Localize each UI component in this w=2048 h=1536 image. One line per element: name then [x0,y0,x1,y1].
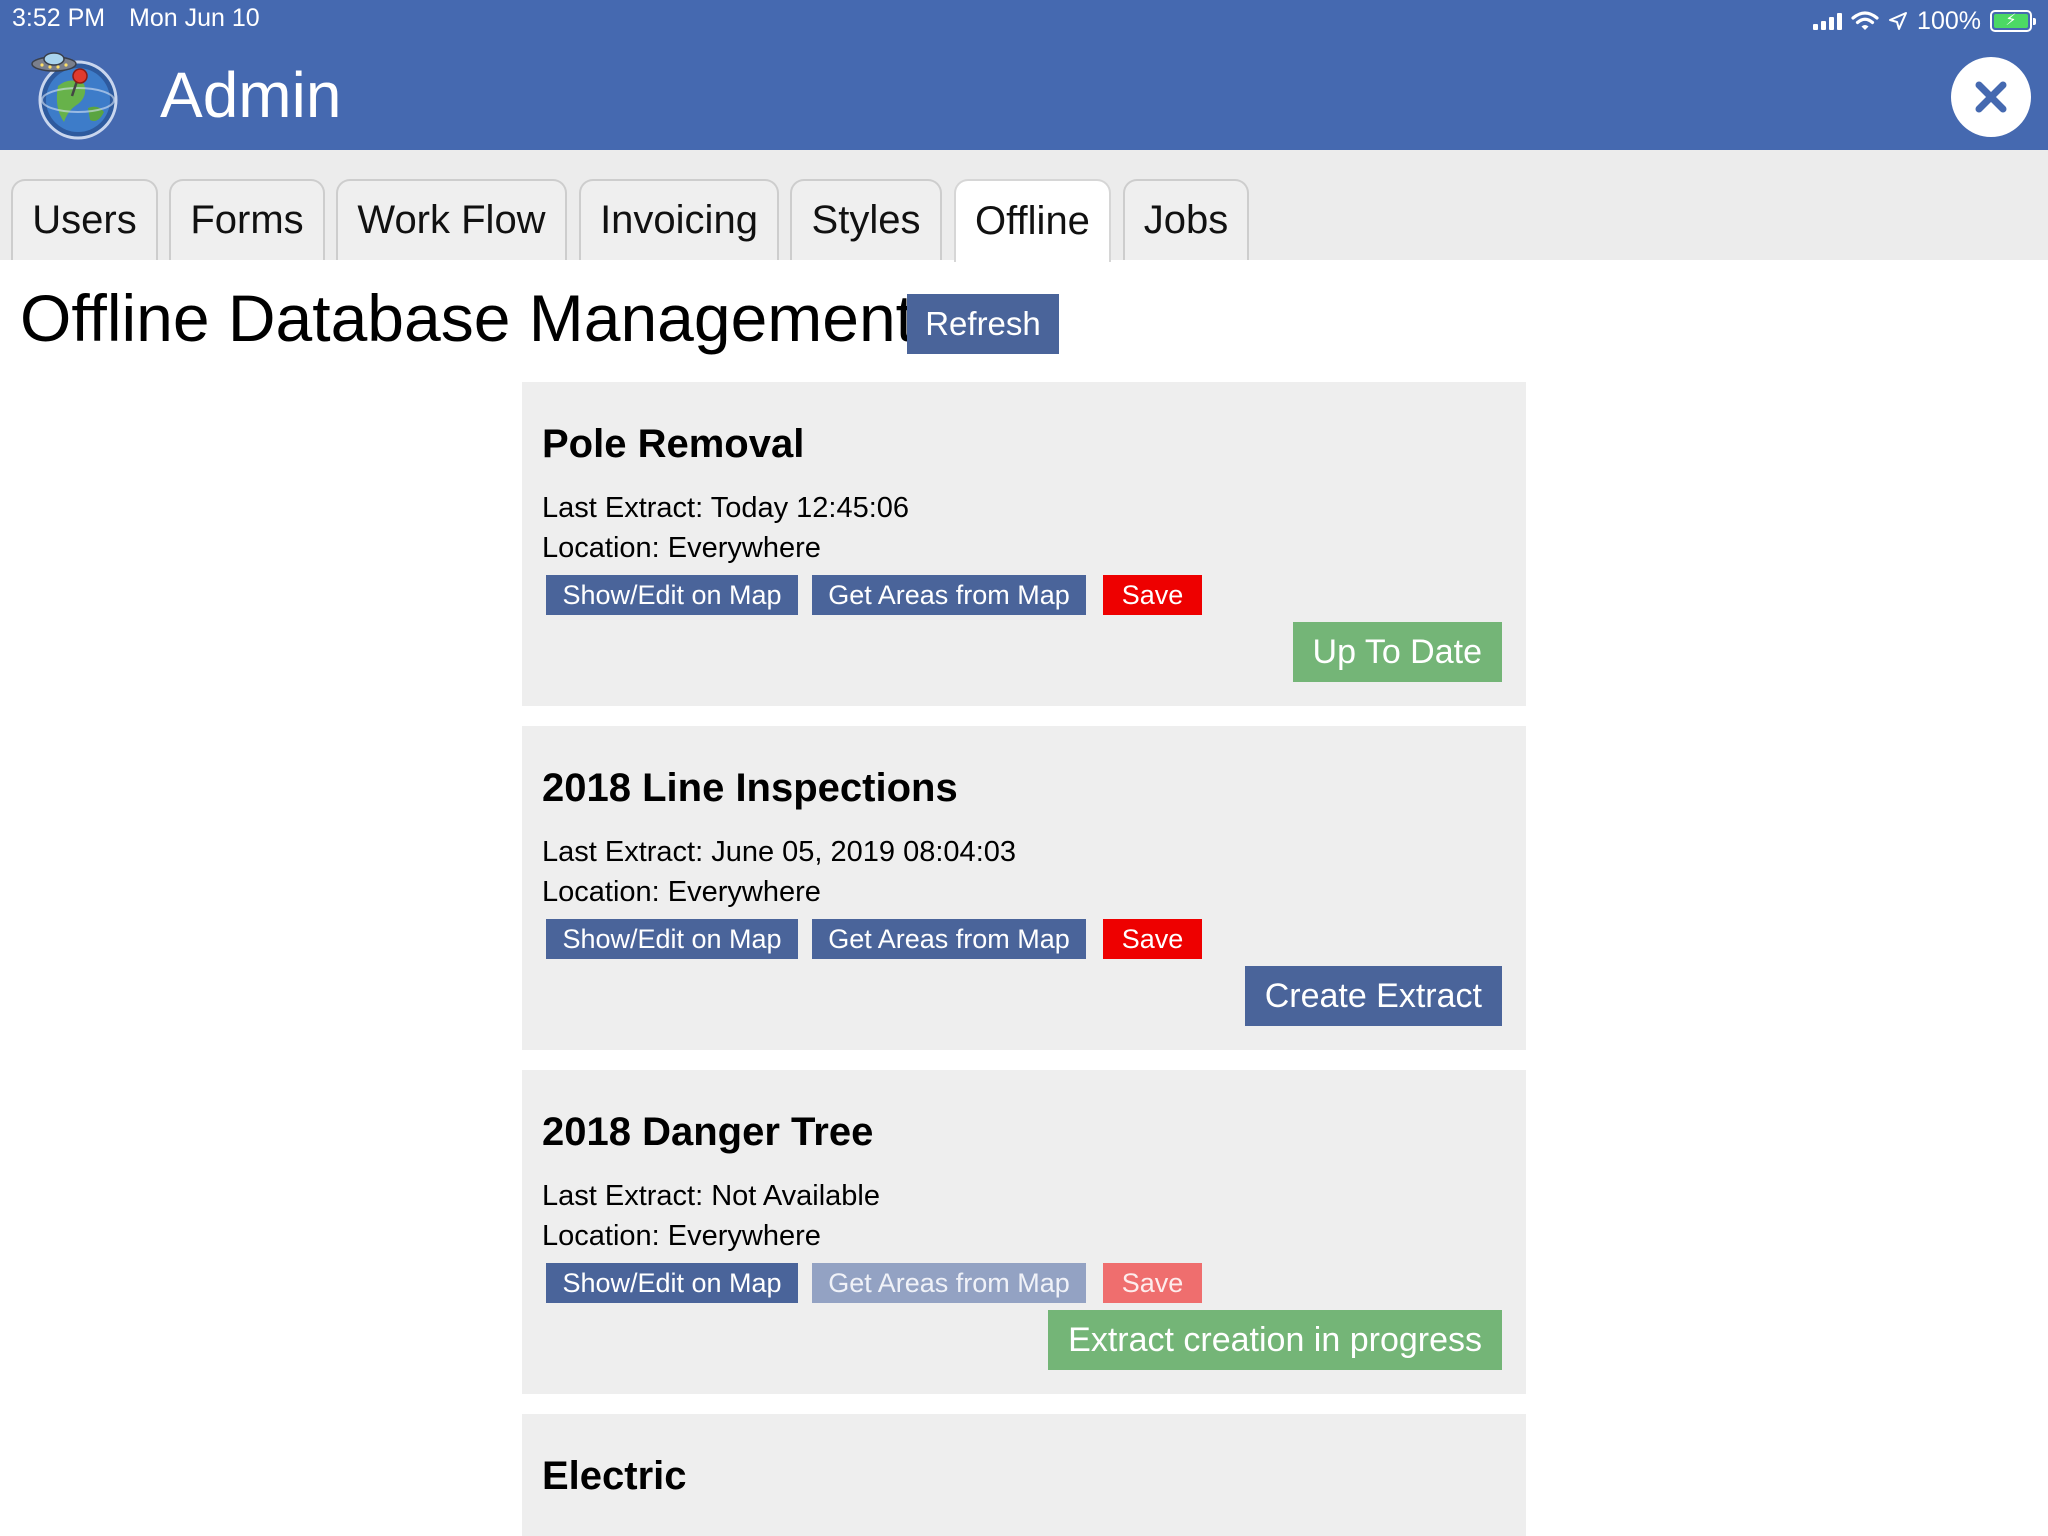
last-extract-value: Not Available [711,1180,880,1212]
app-header: 3:52 PM Mon Jun 10 100% ⚡ Admin [0,0,2048,150]
get-areas-button[interactable]: Get Areas from Map [812,919,1086,959]
get-areas-button[interactable]: Get Areas from Map [812,1263,1086,1303]
last-extract-label: Last Extract: [542,836,704,868]
last-extract-value: Today 12:45:06 [710,492,910,524]
refresh-button[interactable]: Refresh [907,294,1059,354]
card-title: 2018 Danger Tree [542,1110,874,1154]
page-title: Offline Database Management [20,281,914,355]
battery-percent: 100% [1917,6,1981,35]
location-arrow-icon [1889,12,1908,30]
close-button[interactable] [1951,57,2031,137]
tab-users[interactable]: Users [11,179,158,260]
globe-ufo-logo-icon [31,52,118,140]
extract-card: 2018 Line Inspections Last Extract: June… [522,726,1526,1050]
extract-card: Pole Removal Last Extract: Today 12:45:0… [522,382,1526,706]
extract-card: Electric [522,1414,1526,1536]
location-label: Location: [542,876,660,908]
tab-bar: Users Forms Work Flow Invoicing Styles O… [0,150,2048,262]
save-button[interactable]: Save [1103,575,1202,615]
extract-in-progress-button[interactable]: Extract creation in progress [1048,1310,1502,1370]
last-extract-label: Last Extract: [542,492,704,524]
location-value: Everywhere [667,1220,821,1252]
get-areas-button[interactable]: Get Areas from Map [812,575,1086,615]
battery-icon: ⚡ [1990,10,2036,32]
location-line: Location: Everywhere [542,532,821,565]
up-to-date-button[interactable]: Up To Date [1292,622,1502,682]
location-line: Location: Everywhere [542,1220,821,1253]
status-date: Mon Jun 10 [129,4,260,32]
tab-forms[interactable]: Forms [169,179,325,260]
card-title: Electric [542,1454,687,1498]
show-edit-map-button[interactable]: Show/Edit on Map [546,575,798,615]
create-extract-button[interactable]: Create Extract [1244,966,1502,1026]
location-value: Everywhere [667,532,821,564]
tab-work-flow[interactable]: Work Flow [336,179,567,260]
show-edit-map-button[interactable]: Show/Edit on Map [546,1263,798,1303]
last-extract-line: Last Extract: June 05, 2019 08:04:03 [542,836,1016,869]
save-button[interactable]: Save [1103,1263,1202,1303]
status-indicators: 100% ⚡ [1813,6,2036,36]
last-extract-label: Last Extract: [542,1180,704,1212]
location-label: Location: [542,532,660,564]
last-extract-value: June 05, 2019 08:04:03 [711,836,1017,868]
app-title: Admin [160,59,342,131]
extract-card: 2018 Danger Tree Last Extract: Not Avail… [522,1070,1526,1394]
show-edit-map-button[interactable]: Show/Edit on Map [546,919,798,959]
location-value: Everywhere [667,876,821,908]
signal-icon [1813,12,1843,30]
save-button[interactable]: Save [1103,919,1202,959]
card-title: Pole Removal [542,422,805,466]
location-label: Location: [542,1220,660,1252]
status-time: 3:52 PM [12,4,106,32]
tab-offline[interactable]: Offline [954,179,1111,262]
tab-invoicing[interactable]: Invoicing [579,179,779,260]
tab-styles[interactable]: Styles [790,179,942,260]
last-extract-line: Last Extract: Today 12:45:06 [542,492,909,525]
close-x-icon [1975,81,2007,113]
card-title: 2018 Line Inspections [542,766,958,810]
tab-jobs[interactable]: Jobs [1123,179,1249,260]
last-extract-line: Last Extract: Not Available [542,1180,880,1213]
wifi-icon [1851,11,1879,30]
location-line: Location: Everywhere [542,876,821,909]
